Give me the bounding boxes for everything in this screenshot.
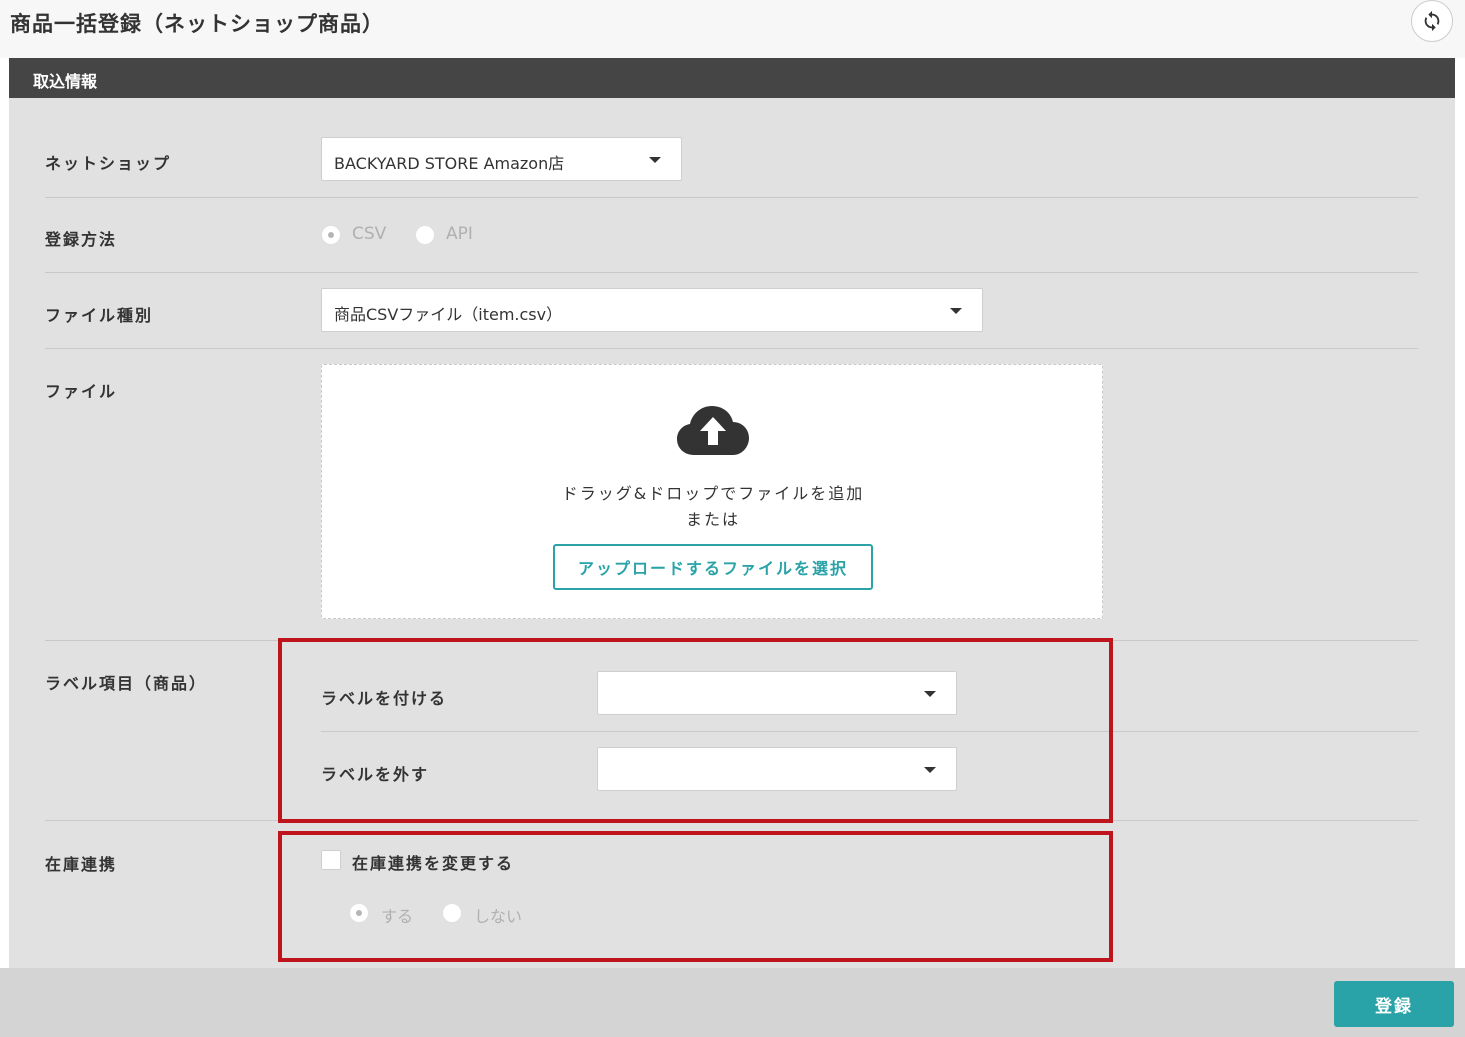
- drop-text: ドラッグ&ドロップでファイルを追加: [561, 484, 865, 503]
- divider: [45, 348, 1418, 349]
- or-text: または: [685, 510, 740, 529]
- refresh-icon: [1424, 10, 1440, 32]
- chevron-down-icon: [950, 308, 962, 314]
- refresh-button[interactable]: [1411, 0, 1453, 42]
- method-radio-api-label: API: [446, 224, 473, 244]
- file-label: ファイル: [45, 382, 118, 401]
- page-title: 商品一括登録（ネットショップ商品）: [10, 12, 384, 36]
- file-dropzone[interactable]: ドラッグ&ドロップでファイルを追加 または アップロードするファイルを選択: [321, 364, 1103, 619]
- netshop-select[interactable]: BACKYARD STORE Amazon店: [321, 137, 682, 181]
- chevron-down-icon: [649, 157, 661, 163]
- file-type-select-value: 商品CSVファイル（item.csv）: [334, 305, 563, 324]
- cloud-upload-icon: [677, 406, 749, 455]
- netshop-select-value: BACKYARD STORE Amazon店: [334, 154, 565, 173]
- highlight-box-labels: [278, 638, 1113, 823]
- section-title: 取込情報: [33, 72, 98, 91]
- netshop-label: ネットショップ: [45, 154, 172, 173]
- footer-bar: [0, 968, 1465, 1037]
- method-radio-api[interactable]: [415, 225, 435, 245]
- divider: [45, 197, 1418, 198]
- select-file-button[interactable]: アップロードするファイルを選択: [553, 544, 873, 590]
- divider: [45, 272, 1418, 273]
- labels-label: ラベル項目（商品）: [45, 674, 208, 693]
- register-button[interactable]: 登録: [1334, 981, 1454, 1027]
- file-type-select[interactable]: 商品CSVファイル（item.csv）: [321, 288, 983, 332]
- method-radio-csv[interactable]: [321, 225, 341, 245]
- section-header: 取込情報: [9, 58, 1455, 98]
- highlight-box-stock: [278, 831, 1113, 962]
- file-type-label: ファイル種別: [45, 306, 154, 325]
- method-label: 登録方法: [45, 230, 118, 249]
- method-radio-csv-label: CSV: [352, 224, 387, 244]
- stock-label: 在庫連携: [45, 855, 118, 874]
